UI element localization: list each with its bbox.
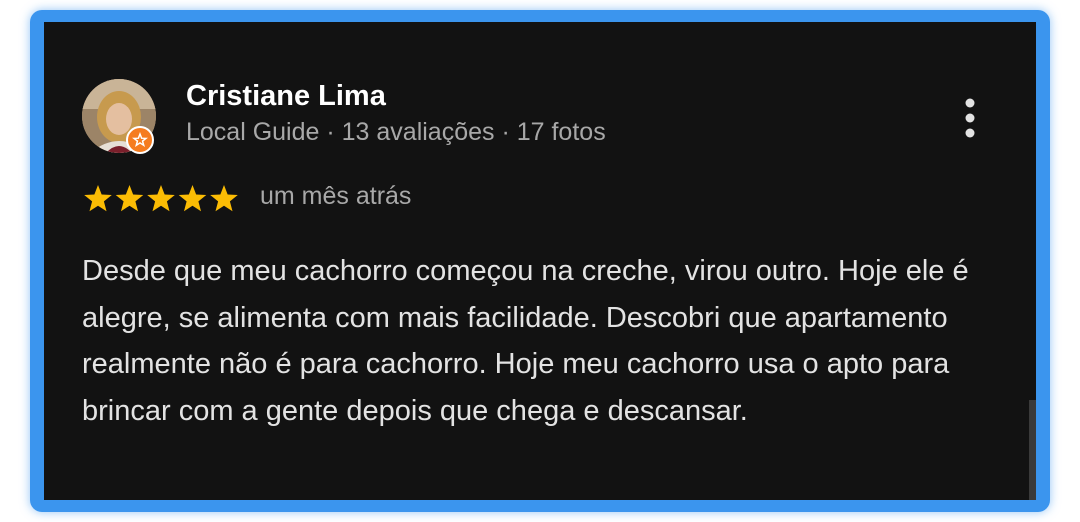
star-icon (210, 185, 238, 212)
local-guide-badge (126, 126, 154, 154)
review-card: Cristiane Lima Local Guide · 13 avaliaçõ… (44, 22, 1036, 500)
author-name[interactable]: Cristiane Lima (186, 80, 386, 113)
scrollbar-thumb[interactable] (1029, 400, 1036, 500)
star-rating (84, 185, 238, 212)
more-vertical-icon (965, 98, 975, 138)
local-guide-star-icon (132, 132, 148, 147)
star-icon (84, 185, 112, 212)
review-text: Desde que meu cachorro começou na creche… (82, 255, 969, 427)
review-time: um mês atrás (260, 182, 412, 210)
star-icon (178, 185, 207, 212)
more-options-button[interactable] (952, 96, 988, 142)
star-icon (115, 185, 144, 212)
star-icon (147, 185, 175, 212)
author-meta: Local Guide · 13 avaliações · 17 fotos (186, 118, 606, 146)
